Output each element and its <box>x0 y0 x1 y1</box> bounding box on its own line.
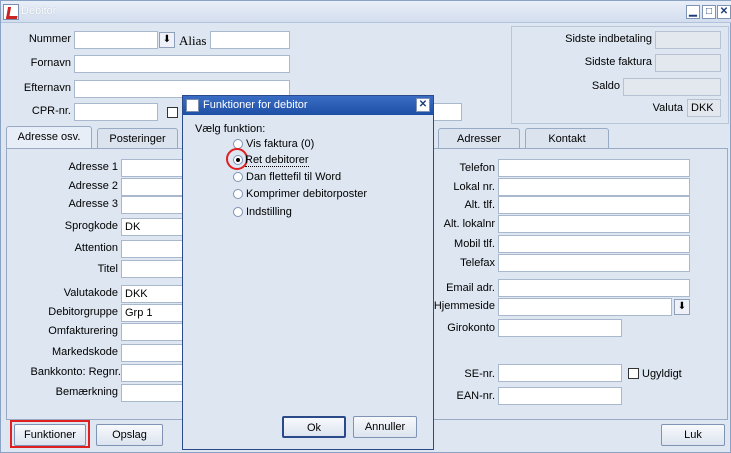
sidste-faktura-field <box>655 54 721 72</box>
adresse2-label: Adresse 2 <box>68 180 118 192</box>
attention-input[interactable] <box>121 240 191 258</box>
nummer-label: Nummer <box>28 33 71 45</box>
fornavn-label: Fornavn <box>30 57 71 69</box>
ean-nr-input[interactable] <box>498 387 622 405</box>
attention-label: Attention <box>74 242 118 254</box>
radio-indstilling[interactable] <box>233 207 243 217</box>
cpr-input[interactable] <box>74 103 158 121</box>
maximize-icon[interactable]: □ <box>702 5 716 19</box>
sprogkode-label: Sprogkode <box>64 220 118 232</box>
sidste-faktura-label: Sidste faktura <box>584 56 652 68</box>
tab-posteringer[interactable]: Posteringer <box>97 128 178 150</box>
funktioner-highlight <box>10 420 90 448</box>
window-titlebar[interactable]: Debitor ▁ □ ✕ <box>1 1 731 23</box>
bemaerkning-input[interactable] <box>121 384 191 402</box>
adresse1-input[interactable] <box>121 159 191 177</box>
saldo-label: Saldo <box>591 80 620 92</box>
valutakode-input[interactable]: DKK <box>121 285 191 303</box>
mobil-input[interactable] <box>498 235 690 253</box>
girokonto-input[interactable] <box>498 319 622 337</box>
bankkonto-label: Bankkonto: Regnr. <box>30 366 121 378</box>
option-indstilling-label: Indstilling <box>246 206 292 218</box>
cpr-checkbox[interactable] <box>167 107 178 118</box>
close-icon[interactable]: ✕ <box>717 5 731 19</box>
sprogkode-input[interactable]: DK <box>121 218 191 236</box>
tab-adresser[interactable]: Adresser <box>438 128 520 150</box>
email-input[interactable] <box>498 279 690 297</box>
valuta-label: Valuta <box>652 102 683 114</box>
omfakturering-input[interactable] <box>121 323 191 341</box>
header-extra-input[interactable] <box>431 103 462 121</box>
option-komprimer-label: Komprimer debitorposter <box>246 188 368 200</box>
dialog-app-icon <box>186 99 199 112</box>
valutakode-label: Valutakode <box>63 287 118 299</box>
nummer-lookup-icon[interactable]: ⬇ <box>159 32 175 48</box>
markedskode-label: Markedskode <box>51 346 118 358</box>
fornavn-input[interactable] <box>74 55 290 73</box>
alt-tlf-input[interactable] <box>498 196 690 214</box>
annuller-button[interactable]: Annuller <box>353 416 417 438</box>
ugyldigt-label: Ugyldigt <box>642 368 682 380</box>
option-ret-debitorer-label: Ret debitorer <box>245 154 309 167</box>
adresse3-label: Adresse 3 <box>68 198 118 210</box>
alt-lokal-input[interactable] <box>498 215 690 233</box>
option-dan-flettefil-label: Dan flettefil til Word <box>246 171 342 183</box>
ugyldigt-checkbox[interactable] <box>628 368 639 379</box>
tab-kontakt[interactable]: Kontakt <box>525 128 609 150</box>
telefon-input[interactable] <box>498 159 690 177</box>
debitorgruppe-label: Debitorgruppe <box>48 306 118 318</box>
minimize-icon[interactable]: ▁ <box>686 5 700 19</box>
alias-label: Alias <box>179 33 207 48</box>
telefax-input[interactable] <box>498 254 690 272</box>
radio-komprimer[interactable] <box>233 189 243 199</box>
hjemmeside-dropdown-icon[interactable]: ⬇ <box>674 299 690 315</box>
dialog-prompt: Vælg funktion: <box>195 123 266 135</box>
dialog-close-icon[interactable]: ✕ <box>416 98 430 112</box>
bemaerkning-label: Bemærkning <box>55 386 118 398</box>
adresse2-input[interactable] <box>121 178 191 196</box>
radio-dan-flettefil[interactable] <box>233 172 243 182</box>
saldo-field <box>623 78 721 96</box>
omfakturering-label: Omfakturering <box>48 325 118 337</box>
hjemmeside-input[interactable] <box>498 298 672 316</box>
dialog-titlebar[interactable]: Funktioner for debitor ✕ <box>183 96 433 115</box>
efternavn-label: Efternavn <box>23 82 71 94</box>
se-nr-input[interactable] <box>498 364 622 382</box>
valuta-field: DKK <box>687 99 721 117</box>
titel-input[interactable] <box>121 260 191 278</box>
markedskode-input[interactable] <box>121 344 191 362</box>
titel-label: Titel <box>97 263 118 275</box>
sidste-indbetaling-field <box>655 31 721 49</box>
cpr-label: CPR-nr. <box>31 105 71 117</box>
adresse1-label: Adresse 1 <box>68 161 118 173</box>
lokal-input[interactable] <box>498 178 690 196</box>
bankkonto-input[interactable] <box>121 364 191 382</box>
alias-input[interactable] <box>210 31 290 49</box>
opslag-button[interactable]: Opslag <box>96 424 163 446</box>
funktioner-dialog: Funktioner for debitor ✕ Vælg funktion: … <box>182 95 434 450</box>
option-vis-faktura-label: Vis faktura (0) <box>246 138 315 150</box>
luk-button[interactable]: Luk <box>661 424 725 446</box>
window-title: Debitor <box>21 5 57 17</box>
adresse3-input[interactable] <box>121 196 191 214</box>
dialog-title: Funktioner for debitor <box>203 99 308 111</box>
app-icon <box>3 4 19 20</box>
ok-button[interactable]: Ok <box>282 416 346 438</box>
sidste-indbetaling-label: Sidste indbetaling <box>565 33 652 45</box>
nummer-input[interactable] <box>74 31 158 49</box>
debitorgruppe-input[interactable]: Grp 1 <box>121 304 191 322</box>
tab-adresse[interactable]: Adresse osv. <box>6 126 92 150</box>
